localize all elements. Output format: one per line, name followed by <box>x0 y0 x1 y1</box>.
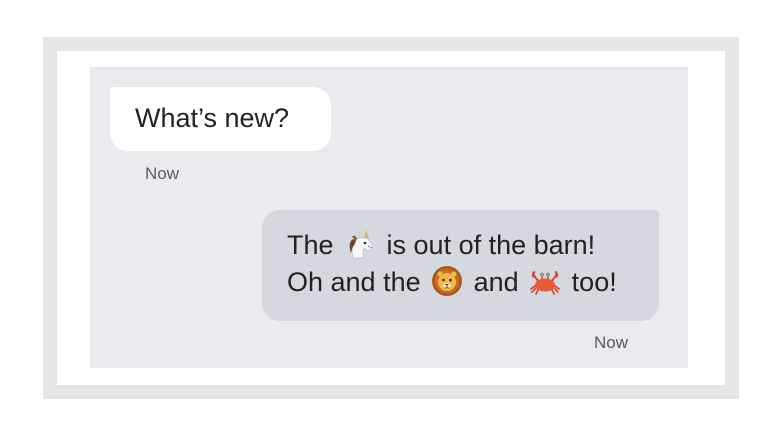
incoming-message-timestamp: Now <box>145 164 180 183</box>
outgoing-message-timestamp: Now <box>594 333 629 352</box>
lion-icon <box>431 265 463 297</box>
chat-thread: What’s new? Now The is out of the barn! … <box>90 67 688 368</box>
outgoing-text-oh-and-the: Oh and the <box>287 267 429 297</box>
crab-icon <box>529 265 561 297</box>
outgoing-text-the: The <box>287 230 342 260</box>
page: What’s new? Now The is out of the barn! … <box>0 0 782 439</box>
outgoing-message-line-1: The is out of the barn! <box>287 227 659 264</box>
unicorn-icon <box>344 228 376 260</box>
inner-frame: What’s new? Now The is out of the barn! … <box>57 51 725 385</box>
outgoing-message-bubble[interactable]: The is out of the barn! Oh and the and t… <box>262 210 659 321</box>
outgoing-message-line-2: Oh and the and too! <box>287 264 659 301</box>
outgoing-text-barn: is out of the barn! <box>379 230 596 260</box>
outgoing-text-too: too! <box>564 267 617 297</box>
outer-frame: What’s new? Now The is out of the barn! … <box>43 37 739 399</box>
incoming-message-text: What’s new? <box>135 103 290 133</box>
outgoing-text-and: and <box>466 267 527 297</box>
incoming-message-bubble[interactable]: What’s new? <box>110 87 331 151</box>
